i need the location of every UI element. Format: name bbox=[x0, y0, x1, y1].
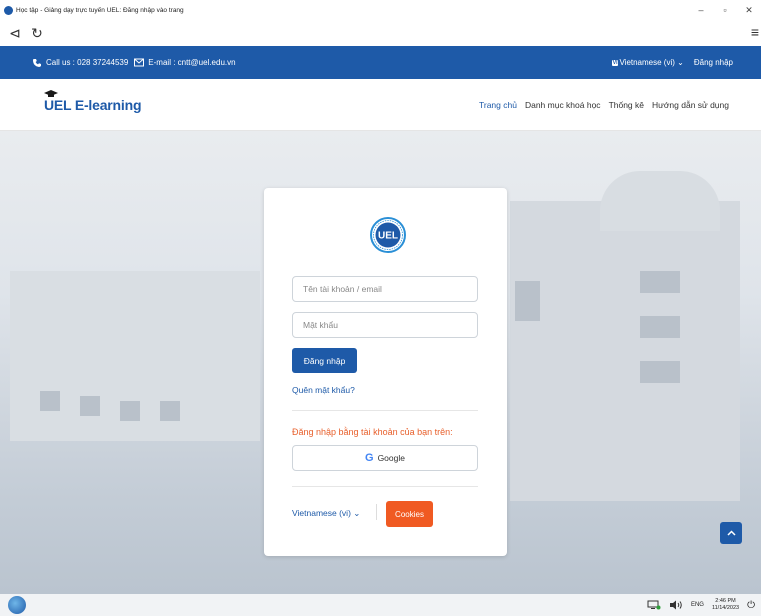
clock-time: 2:46 PM bbox=[715, 598, 736, 604]
uel-seal-logo: UEL bbox=[370, 217, 406, 253]
site-header: UEL E-learning Trang chủ Danh mục khoá h… bbox=[0, 79, 761, 131]
language-menu[interactable]: VI Vietnamese (vi) ⌄ bbox=[611, 58, 684, 67]
minimize-button[interactable]: – bbox=[689, 5, 713, 15]
chevron-down-icon: ⌄ bbox=[353, 508, 361, 518]
divider bbox=[292, 486, 478, 487]
close-button[interactable]: ✕ bbox=[737, 5, 761, 16]
power-icon[interactable]: ⏻ bbox=[747, 600, 755, 611]
nav-guide[interactable]: Hướng dẫn sử dụng bbox=[652, 100, 729, 110]
clock-date: 11/14/2023 bbox=[711, 605, 740, 611]
scroll-to-top-button[interactable] bbox=[720, 522, 742, 544]
forgot-password-link[interactable]: Quên mật khẩu? bbox=[292, 385, 355, 395]
language-dropdown-label: Vietnamese (vi) bbox=[292, 508, 351, 518]
seal-text: UEL bbox=[378, 231, 398, 242]
browser-menu-icon[interactable]: ≡ bbox=[751, 24, 759, 40]
login-link[interactable]: Đăng nhập bbox=[694, 58, 733, 67]
browser-toolbar: ⊲ ↻ ≡ bbox=[0, 20, 761, 46]
login-button[interactable]: Đăng nhập bbox=[292, 348, 357, 373]
back-button[interactable]: ⊲ bbox=[6, 24, 24, 42]
password-input[interactable] bbox=[292, 312, 478, 338]
mail-icon bbox=[134, 58, 145, 67]
os-taskbar: ENG 2:46 PM 11/14/2023 ⏻ bbox=[0, 594, 761, 616]
google-login-label: Google bbox=[377, 453, 405, 463]
google-icon: G bbox=[365, 452, 374, 464]
network-icon[interactable] bbox=[647, 600, 661, 610]
phone-text: Call us : 028 37244539 bbox=[46, 58, 129, 67]
language-menu-label: Vietnamese (vi) bbox=[619, 58, 675, 67]
window-controls: – ▫ ✕ bbox=[689, 0, 761, 20]
nav-courses[interactable]: Danh mục khoá học bbox=[525, 100, 601, 110]
restore-button[interactable]: ▫ bbox=[713, 5, 737, 15]
google-login-button[interactable]: G Google bbox=[292, 445, 478, 471]
site-info-bar: Call us : 028 37244539 E-mail : cntt@uel… bbox=[0, 46, 761, 79]
alt-login-title: Đăng nhập bằng tài khoản của bạn trên: bbox=[292, 427, 453, 437]
nav-statistics[interactable]: Thống kê bbox=[609, 100, 644, 110]
site-logo-text: UEL E-learning bbox=[44, 96, 142, 113]
graduation-cap-icon bbox=[44, 89, 58, 97]
email-text: E-mail : cntt@uel.edu.vn bbox=[148, 58, 236, 67]
window-title: Học tập - Giảng dạy trực tuyến UEL: Đăng… bbox=[16, 6, 184, 14]
chevron-up-icon bbox=[726, 530, 736, 536]
site-logo[interactable]: UEL E-learning bbox=[44, 89, 142, 113]
vertical-divider bbox=[376, 504, 377, 520]
login-card: UEL Đăng nhập Quên mật khẩu? Đăng nhập b… bbox=[264, 188, 507, 556]
divider bbox=[292, 410, 478, 411]
main-nav: Trang chủ Danh mục khoá học Thống kê Hướ… bbox=[479, 100, 729, 110]
chevron-down-icon: ⌄ bbox=[677, 58, 684, 67]
username-input[interactable] bbox=[292, 276, 478, 302]
nav-home[interactable]: Trang chủ bbox=[479, 100, 517, 110]
language-dropdown[interactable]: Vietnamese (vi) ⌄ bbox=[292, 508, 360, 519]
cookies-button[interactable]: Cookies bbox=[386, 501, 433, 527]
volume-icon[interactable] bbox=[669, 600, 683, 610]
window-title-bar: Học tập - Giảng dạy trực tuyến UEL: Đăng… bbox=[0, 0, 761, 20]
phone-icon bbox=[33, 58, 41, 67]
input-language-indicator[interactable]: ENG bbox=[691, 602, 704, 608]
taskbar-clock[interactable]: 2:46 PM 11/14/2023 bbox=[712, 598, 739, 612]
language-icon: VI bbox=[611, 59, 619, 66]
infobar-right: VI Vietnamese (vi) ⌄ Đăng nhập bbox=[611, 58, 733, 67]
start-button[interactable] bbox=[8, 596, 26, 614]
system-tray: ENG 2:46 PM 11/14/2023 ⏻ bbox=[647, 598, 761, 612]
site-favicon-icon bbox=[4, 5, 13, 15]
reload-button[interactable]: ↻ bbox=[28, 24, 46, 42]
